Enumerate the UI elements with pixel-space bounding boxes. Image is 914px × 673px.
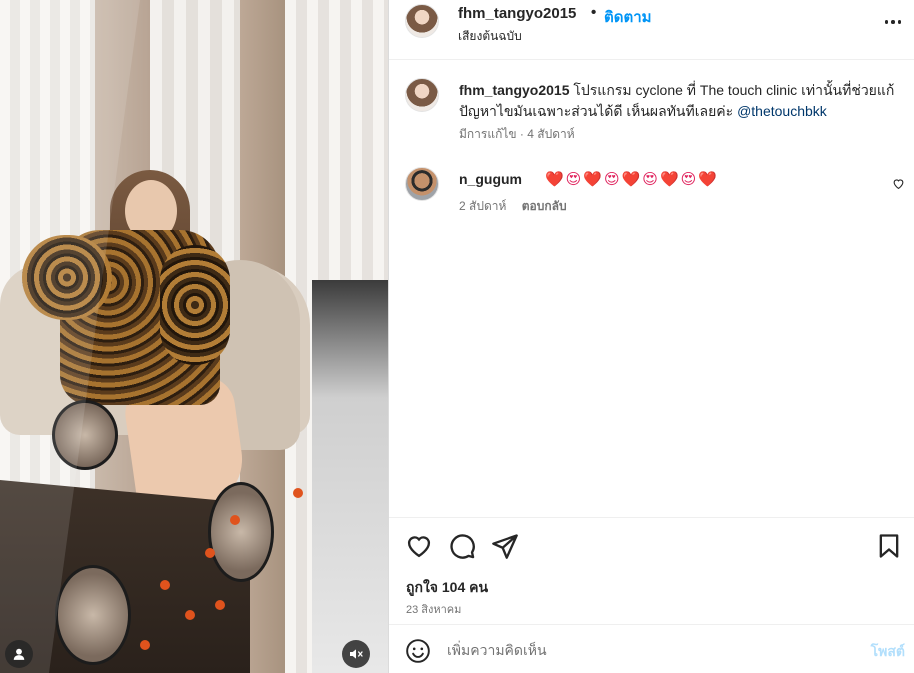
caption-username[interactable]: fhm_tangyo2015 bbox=[459, 82, 569, 98]
post-sidebar: fhm_tangyo2015 • ติดตาม เสียงต้นฉบับ fhm… bbox=[388, 0, 914, 673]
media-flower bbox=[293, 488, 303, 498]
more-horizontal-icon bbox=[884, 20, 889, 24]
caption-meta: มีการแก้ไข · 4 สัปดาห์ bbox=[459, 127, 575, 141]
media-flower bbox=[230, 515, 240, 525]
bookmark-outline-icon[interactable] bbox=[875, 532, 903, 560]
post-comment-button[interactable]: โพสต์ bbox=[871, 641, 905, 663]
speaker-muted-icon bbox=[350, 649, 363, 659]
more-horizontal-icon bbox=[891, 20, 895, 24]
commenter-avatar[interactable] bbox=[405, 167, 439, 201]
user-tag-icon bbox=[13, 648, 25, 660]
post-header: fhm_tangyo2015 • ติดตาม เสียงต้นฉบับ bbox=[389, 0, 914, 60]
comment-time[interactable]: 2 สัปดาห์ bbox=[459, 199, 506, 213]
comment-input[interactable] bbox=[447, 637, 827, 663]
caption-mention-link[interactable]: @thetouchbkk bbox=[737, 103, 827, 119]
comment-reply-button[interactable]: ตอบกลับ bbox=[522, 199, 567, 213]
media-shard bbox=[312, 280, 388, 673]
smiley-icon[interactable] bbox=[405, 638, 431, 664]
post-date: 23 สิงหาคม bbox=[406, 604, 462, 616]
media-flower bbox=[215, 600, 225, 610]
paper-plane-icon[interactable] bbox=[491, 532, 519, 560]
author-avatar[interactable] bbox=[405, 4, 439, 38]
media-sleeve bbox=[160, 245, 230, 365]
commenter-username[interactable]: n_gugum bbox=[459, 171, 522, 187]
media-mirror bbox=[208, 482, 274, 582]
audio-link[interactable]: เสียงต้นฉบับ bbox=[458, 27, 522, 46]
comment-meta: 2 สัปดาห์ ตอบกลับ bbox=[459, 197, 567, 216]
author-username[interactable]: fhm_tangyo2015 bbox=[458, 5, 576, 22]
header-separator: • bbox=[591, 4, 597, 21]
caption-author-avatar[interactable] bbox=[405, 78, 439, 112]
media-flower bbox=[160, 580, 170, 590]
mute-button[interactable] bbox=[342, 640, 370, 668]
follow-button[interactable]: ติดตาม bbox=[604, 5, 652, 29]
caption-text-block: fhm_tangyo2015 โปรแกรม cyclone ที่ The t… bbox=[459, 80, 909, 122]
comment-text: ❤️😍❤️😍❤️😍❤️😍❤️ bbox=[545, 171, 719, 188]
media-mirror bbox=[55, 565, 131, 665]
media-flower bbox=[185, 610, 195, 620]
comment-composer: โพสต์ bbox=[389, 624, 914, 673]
heart-outline-icon[interactable] bbox=[405, 532, 433, 560]
likes-count[interactable]: ถูกใจ 104 คน bbox=[406, 577, 488, 599]
post-media[interactable] bbox=[0, 0, 388, 673]
comment-like-icon[interactable] bbox=[892, 177, 905, 190]
media-flower bbox=[140, 640, 150, 650]
comment-bubble-icon[interactable] bbox=[448, 532, 476, 560]
comment-item: n_gugum ❤️😍❤️😍❤️😍❤️😍❤️ 2 สัปดาห์ ตอบกลับ bbox=[405, 167, 905, 217]
tagged-users-button[interactable] bbox=[5, 640, 33, 668]
more-options-button[interactable] bbox=[883, 12, 903, 32]
media-flower bbox=[205, 548, 215, 558]
post-actions: ถูกใจ 104 คน 23 สิงหาคม bbox=[389, 517, 914, 622]
more-horizontal-icon bbox=[897, 20, 902, 24]
